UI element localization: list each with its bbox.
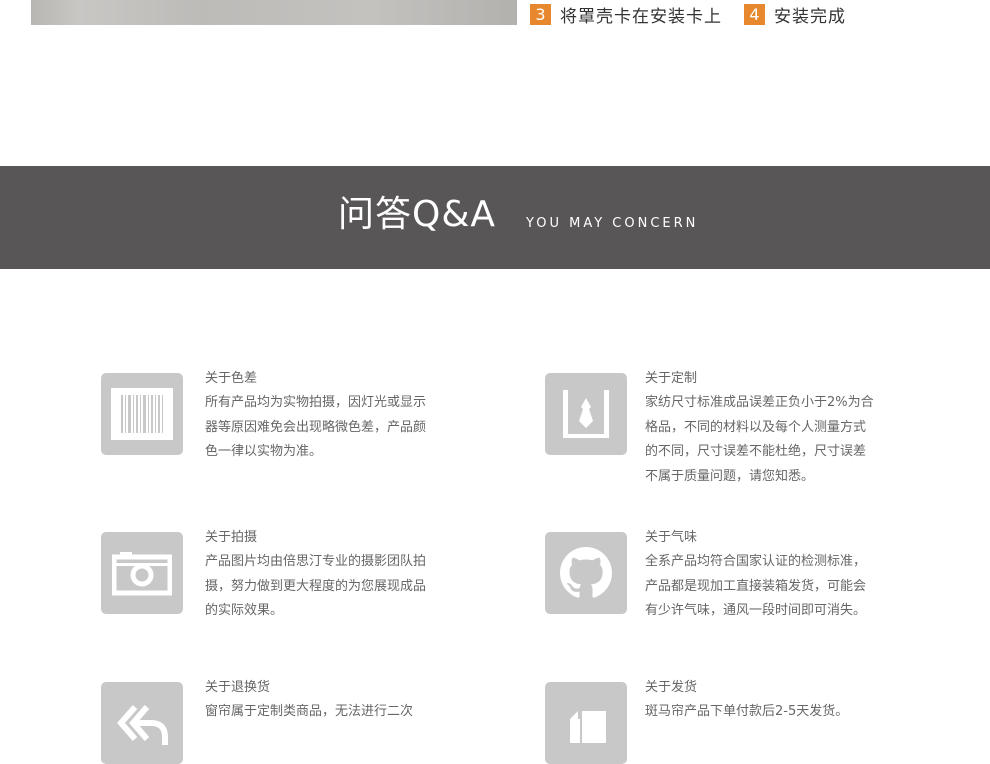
step-text: 将罩壳卡在安装卡上 xyxy=(560,6,722,27)
qa-subtitle: YOU MAY CONCERN xyxy=(526,216,699,231)
product-photo xyxy=(31,0,517,25)
faq-body: 家纺尺寸标准成品误差正负小于2%为合格品，不同的材料以及每个人测量方式的不同，尺… xyxy=(645,395,874,484)
faq-body: 斑马帘产品下单付款后2-5天发货。 xyxy=(645,704,849,719)
faq-title: 关于气味 xyxy=(645,530,698,545)
faq-body: 窗帘属于定制类商品，无法进行二次 xyxy=(205,704,414,719)
return-icon xyxy=(101,682,183,764)
step-text: 安装完成 xyxy=(774,6,846,27)
faq-body: 全系产品均符合国家认证的检测标准，产品都是现加工直接装箱发货，可能会有少许气味，… xyxy=(645,554,867,618)
install-step: 4 安装完成 xyxy=(744,2,846,27)
faq-title: 关于色差 xyxy=(205,371,258,386)
faq-body: 产品图片均由倍思汀专业的摄影团队拍摄，努力做到更大程度的为您展现成品的实际效果。 xyxy=(205,554,427,618)
install-step: 3 将罩壳卡在安装卡上 xyxy=(530,2,722,27)
install-steps: 3 将罩壳卡在安装卡上 4 安装完成 xyxy=(530,2,868,27)
faq-body: 所有产品均为实物拍摄，因灯光或显示器等原因难免会出现略微色差，产品颜色一律以实物… xyxy=(205,395,427,459)
faq-title: 关于发货 xyxy=(645,680,698,695)
camera-icon xyxy=(101,532,183,614)
github-icon xyxy=(545,532,627,614)
tie-icon xyxy=(545,373,627,455)
faq-title: 关于退换货 xyxy=(205,680,271,695)
step-number: 3 xyxy=(530,3,551,25)
faq-title: 关于拍摄 xyxy=(205,530,258,545)
shipping-icon xyxy=(545,682,627,764)
step-number: 4 xyxy=(744,3,765,25)
barcode-icon xyxy=(101,373,183,455)
qa-title: 问答Q&A xyxy=(338,194,497,235)
faq-title: 关于定制 xyxy=(645,371,698,386)
